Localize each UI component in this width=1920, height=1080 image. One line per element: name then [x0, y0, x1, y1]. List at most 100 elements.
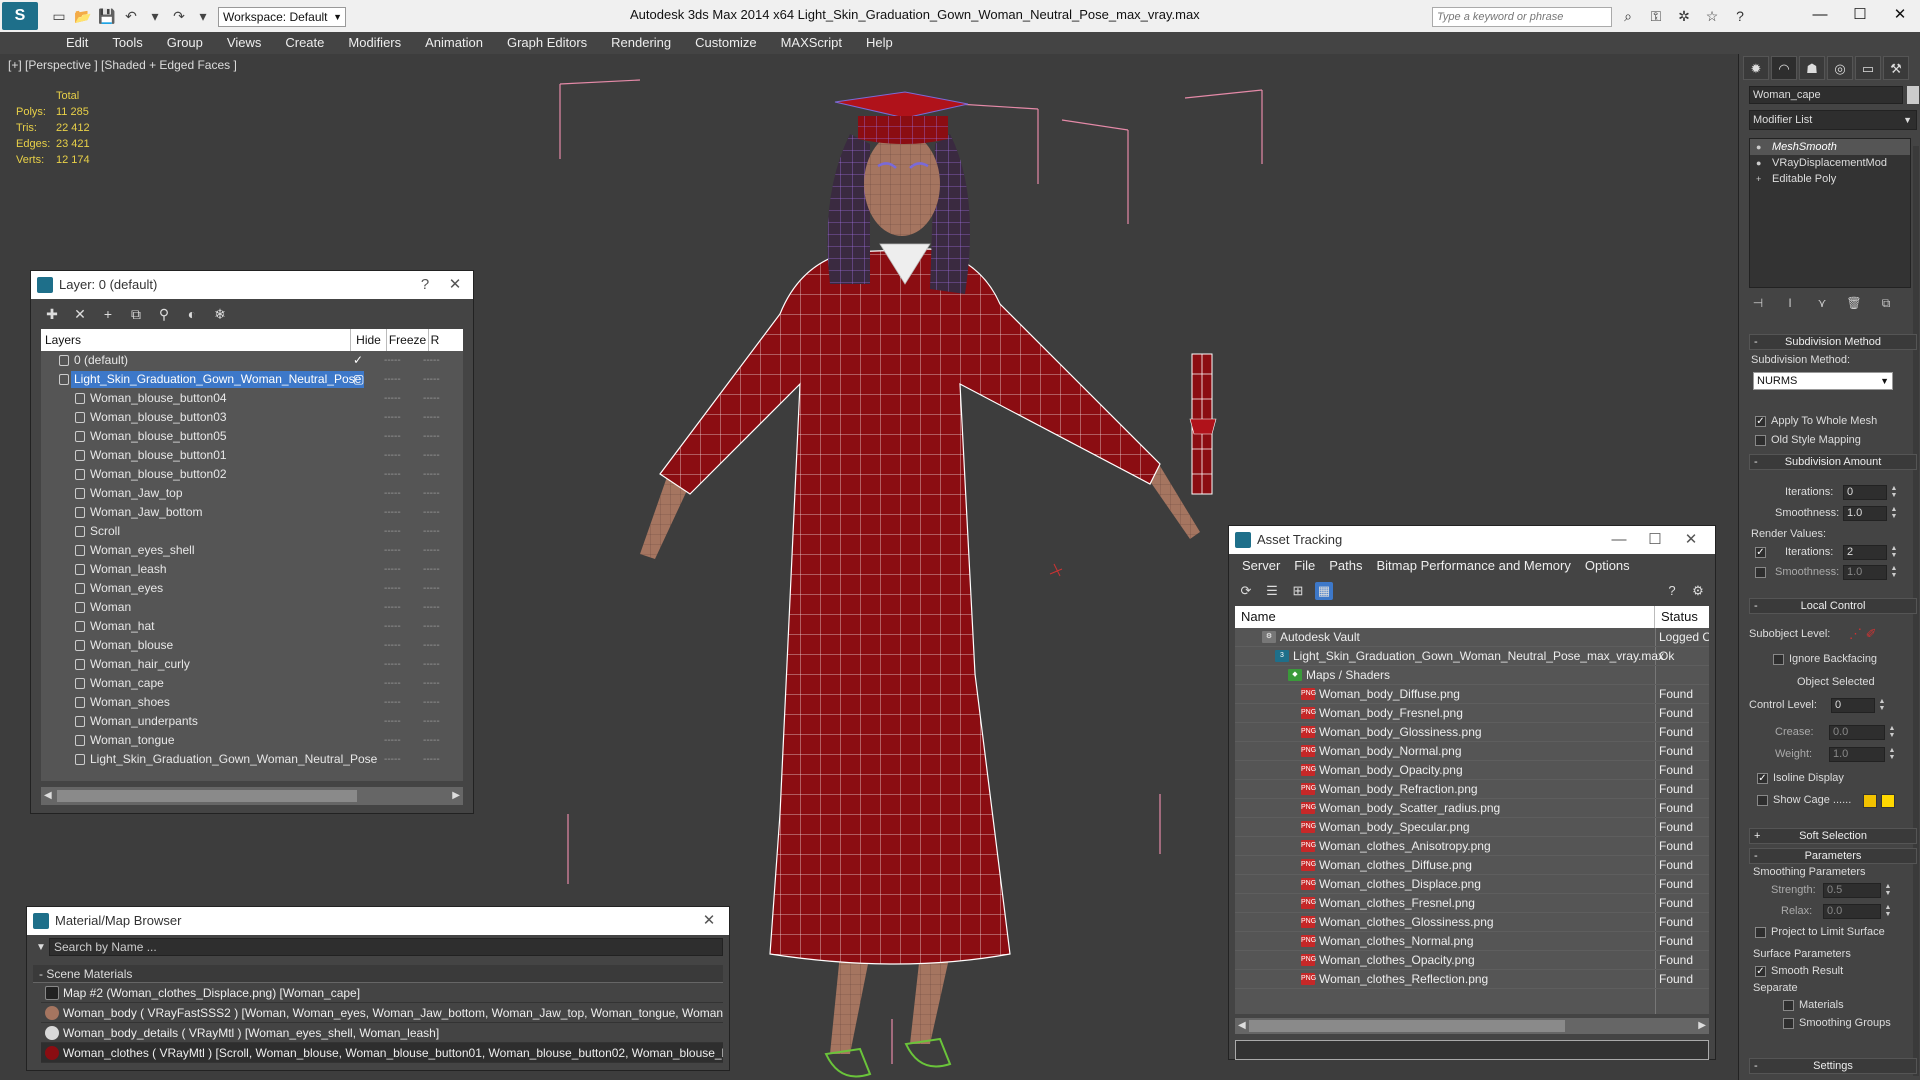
- layer-row[interactable]: Woman_blouse_button02 ----- -----: [41, 465, 463, 484]
- motion-tab-icon[interactable]: ◎: [1827, 56, 1853, 80]
- minimize-icon[interactable]: —: [1605, 526, 1633, 554]
- layer-freeze-toggle[interactable]: -----: [423, 598, 440, 617]
- layer-freeze-toggle[interactable]: -----: [423, 560, 440, 579]
- menu-create[interactable]: Create: [273, 32, 336, 54]
- rollout-subdivision-method[interactable]: - Subdivision Method: [1749, 334, 1917, 350]
- col-layers[interactable]: Layers: [41, 329, 351, 351]
- spinner-arrows-icon[interactable]: ▲ ▼: [1883, 904, 1893, 919]
- help-icon[interactable]: ?: [1663, 582, 1681, 600]
- stack-item-meshsmooth[interactable]: ● MeshSmooth: [1750, 139, 1910, 155]
- menu-edit[interactable]: Edit: [54, 32, 100, 54]
- workspace-dropdown[interactable]: Workspace: Default ▼: [218, 7, 346, 27]
- material-item-woman-clothes[interactable]: Woman_clothes ( VRayMtl ) [Scroll, Woman…: [41, 1043, 723, 1063]
- layer-hide-toggle[interactable]: -----: [384, 389, 401, 408]
- spinner-arrows-icon[interactable]: ▲ ▼: [1883, 883, 1893, 898]
- star-icon[interactable]: ☆: [1702, 6, 1722, 26]
- smooth-result-checkbox[interactable]: ✓: [1755, 966, 1766, 977]
- layer-hide-toggle[interactable]: -----: [384, 408, 401, 427]
- layer-row[interactable]: Woman_underpants ----- -----: [41, 712, 463, 731]
- tree-view-icon[interactable]: ⊞: [1289, 582, 1307, 600]
- layer-row[interactable]: Woman_hat ----- -----: [41, 617, 463, 636]
- menu-graph-editors[interactable]: Graph Editors: [495, 32, 599, 54]
- asset-row[interactable]: PNG Woman_clothes_Anisotropy.png Found: [1235, 837, 1709, 856]
- layer-hide-toggle[interactable]: -----: [384, 750, 401, 769]
- asset-row[interactable]: PNG Woman_clothes_Reflection.png Found: [1235, 970, 1709, 989]
- layer-freeze-toggle[interactable]: -----: [423, 674, 440, 693]
- display-tab-icon[interactable]: ▭: [1855, 56, 1881, 80]
- menu-rendering[interactable]: Rendering: [599, 32, 683, 54]
- list-view-icon[interactable]: ☰: [1263, 582, 1281, 600]
- layer-row[interactable]: Woman_Jaw_bottom ----- -----: [41, 503, 463, 522]
- redo-dropdown-icon[interactable]: ▾: [194, 7, 212, 25]
- layer-freeze-toggle[interactable]: -----: [423, 636, 440, 655]
- ignore-backfacing-checkbox[interactable]: [1773, 654, 1784, 665]
- material-item-woman-body[interactable]: Woman_body ( VRayFastSSS2 ) [Woman, Woma…: [41, 1003, 723, 1023]
- material-item-map2[interactable]: Map #2 (Woman_clothes_Displace.png) [Wom…: [41, 983, 723, 1003]
- layer-row[interactable]: Scroll ----- -----: [41, 522, 463, 541]
- set-current-layer-icon[interactable]: ▢: [353, 370, 364, 389]
- layer-freeze-toggle[interactable]: -----: [423, 370, 440, 389]
- key-icon[interactable]: ⚿: [1646, 6, 1666, 26]
- layer-row[interactable]: Woman_blouse_button04 ----- -----: [41, 389, 463, 408]
- help-icon[interactable]: ?: [411, 271, 439, 299]
- rollout-parameters[interactable]: - Parameters: [1749, 848, 1917, 864]
- scroll-thumb[interactable]: [1249, 1020, 1565, 1032]
- app-logo-icon[interactable]: S: [2, 2, 38, 30]
- weight-spinner[interactable]: 1.0: [1829, 747, 1885, 762]
- layer-freeze-toggle[interactable]: -----: [423, 446, 440, 465]
- close-icon[interactable]: ✕: [1880, 0, 1920, 30]
- asset-row[interactable]: PNG Woman_clothes_Diffuse.png Found: [1235, 856, 1709, 875]
- layer-freeze-toggle[interactable]: -----: [423, 712, 440, 731]
- asset-row[interactable]: PNG Woman_body_Opacity.png Found: [1235, 761, 1709, 780]
- hierarchy-tab-icon[interactable]: ☗: [1799, 56, 1825, 80]
- lightbulb-icon[interactable]: ●: [1756, 158, 1764, 168]
- relax-spinner[interactable]: 0.0: [1823, 904, 1881, 919]
- layer-row[interactable]: Woman_Jaw_top ----- -----: [41, 484, 463, 503]
- col-freeze[interactable]: Freeze: [387, 329, 429, 351]
- layer-hide-toggle[interactable]: -----: [384, 541, 401, 560]
- asset-menu-paths[interactable]: Paths: [1322, 554, 1369, 578]
- layer-hide-toggle[interactable]: -----: [384, 560, 401, 579]
- modify-tab-icon[interactable]: ◠: [1771, 56, 1797, 80]
- asset-row[interactable]: PNG Woman_clothes_Normal.png Found: [1235, 932, 1709, 951]
- save-icon[interactable]: 💾: [98, 7, 116, 25]
- asset-path-field[interactable]: [1235, 1040, 1709, 1060]
- render-iterations-checkbox[interactable]: ✓: [1755, 547, 1766, 558]
- layer-row[interactable]: Woman_hair_curly ----- -----: [41, 655, 463, 674]
- close-icon[interactable]: ✕: [441, 271, 469, 299]
- asset-row[interactable]: PNG Woman_body_Diffuse.png Found: [1235, 685, 1709, 704]
- maximize-icon[interactable]: ☐: [1641, 526, 1669, 554]
- layer-hide-toggle[interactable]: -----: [384, 446, 401, 465]
- layer-hide-toggle[interactable]: -----: [384, 351, 401, 370]
- layer-freeze-toggle[interactable]: -----: [423, 731, 440, 750]
- table-view-icon[interactable]: ▦: [1315, 582, 1333, 600]
- object-name-field[interactable]: Woman_cape: [1749, 86, 1903, 104]
- layer-row[interactable]: 0 (default) ✓ ----- -----: [41, 351, 463, 370]
- layer-hide-toggle[interactable]: -----: [384, 731, 401, 750]
- menu-maxscript[interactable]: MAXScript: [769, 32, 854, 54]
- delete-layer-icon[interactable]: ✕: [71, 305, 89, 323]
- asset-row[interactable]: PNG Woman_clothes_Fresnel.png Found: [1235, 894, 1709, 913]
- satellite-icon[interactable]: ✲: [1674, 6, 1694, 26]
- rollout-local-control[interactable]: - Local Control: [1749, 598, 1917, 614]
- expand-icon[interactable]: +: [1756, 174, 1764, 184]
- asset-tracking-titlebar[interactable]: Asset Tracking — ☐ ✕: [1229, 526, 1715, 554]
- separate-smoothing-groups-checkbox[interactable]: [1783, 1018, 1794, 1029]
- layer-hide-toggle[interactable]: -----: [384, 370, 401, 389]
- crease-spinner[interactable]: 0.0: [1829, 725, 1885, 740]
- menu-tools[interactable]: Tools: [100, 32, 154, 54]
- layer-freeze-toggle[interactable]: -----: [423, 617, 440, 636]
- layer-freeze-toggle[interactable]: -----: [423, 522, 440, 541]
- strength-spinner[interactable]: 0.5: [1823, 883, 1881, 898]
- col-name[interactable]: Name: [1235, 606, 1655, 628]
- scroll-thumb[interactable]: [57, 790, 357, 802]
- rollout-subdivision-amount[interactable]: - Subdivision Amount: [1749, 454, 1917, 470]
- stack-item-vraydisplacement[interactable]: ● VRayDisplacementMod: [1750, 155, 1910, 171]
- layer-row[interactable]: Woman_cape ----- -----: [41, 674, 463, 693]
- layer-hide-toggle[interactable]: -----: [384, 674, 401, 693]
- show-end-result-icon[interactable]: I: [1781, 294, 1799, 312]
- menu-animation[interactable]: Animation: [413, 32, 495, 54]
- asset-menu-file[interactable]: File: [1287, 554, 1322, 578]
- layer-freeze-toggle[interactable]: -----: [423, 579, 440, 598]
- spinner-arrows-icon[interactable]: ▲ ▼: [1889, 565, 1899, 580]
